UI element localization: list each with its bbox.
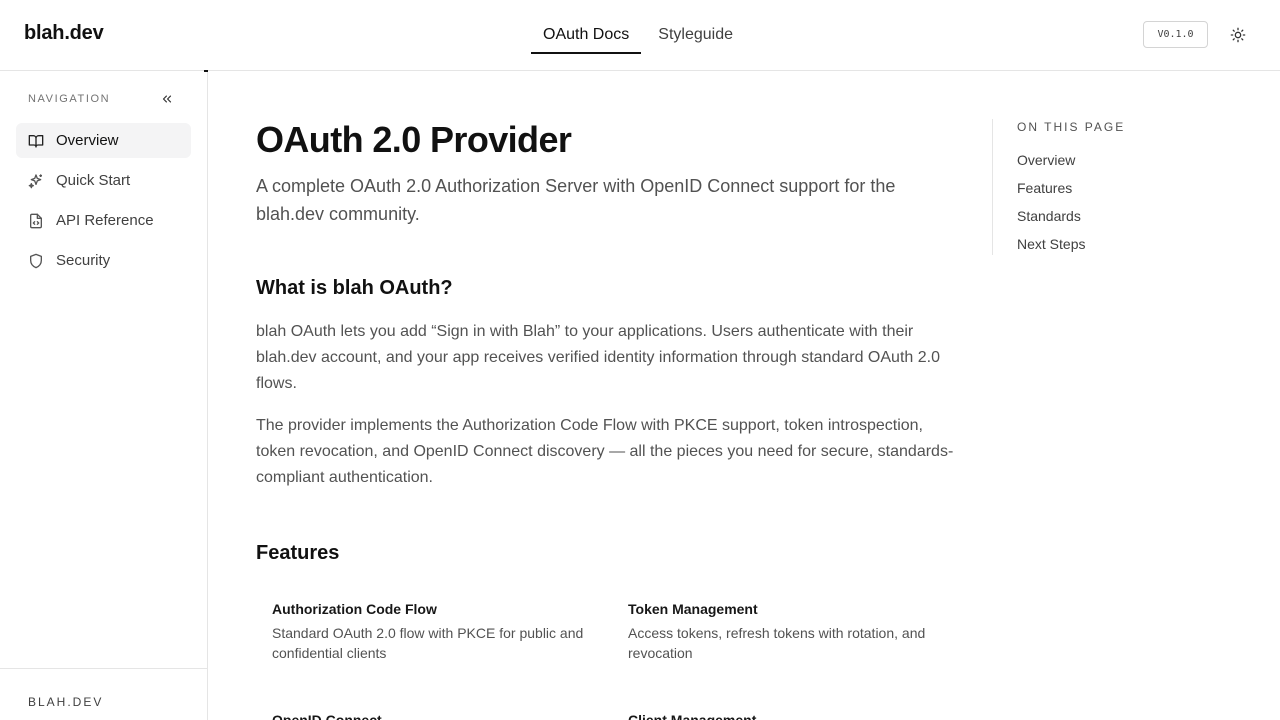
section-heading-what: What is blah OAuth? [256,277,453,299]
sidebar: NAVIGATION Overview Quick Start API Refe… [0,71,208,720]
feature-card: Token Management Access tokens, refresh … [628,600,948,663]
feature-title: Token Management [628,601,758,617]
sidebar-footer: BLAH.DEV [0,668,207,720]
sun-icon [1230,27,1246,43]
section-heading-features: Features [256,542,340,564]
sidebar-item-label: Quick Start [56,172,131,189]
top-nav: OAuth Docs Styleguide [531,0,745,70]
brand-logo[interactable]: blah.dev [24,22,104,45]
paragraph-what-1: blah OAuth lets you add “Sign in with Bl… [256,323,940,392]
sidebar-footer-brand[interactable]: BLAH.DEV [28,695,103,709]
collapse-sidebar-button[interactable] [158,90,176,108]
toc-link-next-steps[interactable]: Next Steps [1017,236,1192,253]
theme-toggle-button[interactable] [1226,23,1250,47]
tab-styleguide[interactable]: Styleguide [646,0,745,70]
feature-desc: Access tokens, refresh tokens with rotat… [628,625,926,661]
chevrons-left-icon [162,95,172,103]
top-header: blah.dev OAuth Docs Styleguide V0.1.0 [0,0,1280,71]
tab-oauth-docs[interactable]: OAuth Docs [531,0,642,70]
page-title: OAuth 2.0 Provider [256,119,572,160]
version-badge[interactable]: V0.1.0 [1143,21,1208,48]
toc-link-features[interactable]: Features [1017,180,1192,197]
sidebar-item-label: Overview [56,132,119,149]
feature-card: Client Management [628,711,948,720]
toc-link-overview[interactable]: Overview [1017,152,1192,169]
feature-desc: Standard OAuth 2.0 flow with PKCE for pu… [272,625,584,661]
sidebar-item-security[interactable]: Security [16,243,191,278]
feature-card: OpenID Connect [272,711,592,720]
sidebar-title: NAVIGATION [28,93,111,105]
toc-title: ON THIS PAGE [1017,120,1126,134]
table-of-contents: ON THIS PAGE Overview Features Standards… [992,119,1192,255]
shield-icon [28,253,44,269]
page-lead: A complete OAuth 2.0 Authorization Serve… [256,176,896,224]
sidebar-item-quick-start[interactable]: Quick Start [16,163,191,198]
file-code-icon [28,213,44,229]
feature-title: OpenID Connect [272,712,382,720]
sidebar-nav: Overview Quick Start API Reference Secur… [16,123,191,283]
paragraph-what-2: The provider implements the Authorizatio… [256,417,954,486]
sparkles-icon [28,173,44,189]
sidebar-active-marker [204,70,208,72]
sidebar-item-overview[interactable]: Overview [16,123,191,158]
sidebar-item-api-reference[interactable]: API Reference [16,203,191,238]
feature-card: Authorization Code Flow Standard OAuth 2… [272,600,592,663]
book-open-icon [28,133,44,149]
feature-title: Authorization Code Flow [272,601,437,617]
sidebar-item-label: Security [56,252,111,269]
toc-link-standards[interactable]: Standards [1017,208,1192,225]
feature-title: Client Management [628,712,757,720]
sidebar-item-label: API Reference [56,212,154,229]
